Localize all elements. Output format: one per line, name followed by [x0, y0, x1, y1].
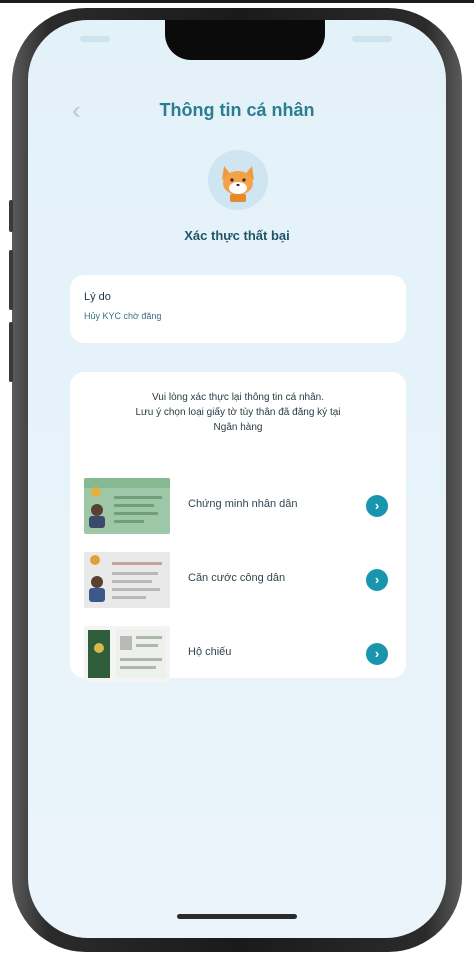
instruction-line: Vui lòng xác thực lại thông tin cá nhân.	[152, 392, 324, 403]
instruction-line: Ngân hàng	[213, 422, 263, 433]
id-card-icon	[84, 478, 170, 534]
option-id-card[interactable]: Chứng minh nhân dân ›	[84, 478, 394, 536]
option-citizen-id[interactable]: Căn cước công dân ›	[84, 552, 394, 610]
verification-status: Xác thực thất bại	[184, 228, 290, 243]
instruction-text: Vui lòng xác thực lại thông tin cá nhân.…	[94, 390, 382, 435]
status-bar-indicators	[352, 36, 392, 42]
instruction-line: Lưu ý chọn loại giấy tờ tùy thân đã đăng…	[135, 407, 341, 418]
app-screen: ‹ Thông tin cá nhân Xác thực thất bại Lý…	[28, 20, 446, 938]
passport-icon	[84, 626, 170, 682]
option-label: Chứng minh nhân dân	[188, 498, 298, 510]
side-button	[9, 250, 13, 310]
home-indicator[interactable]	[177, 914, 297, 919]
page-title: Thông tin cá nhân	[159, 100, 315, 120]
top-border	[0, 0, 474, 3]
reason-card: Lý do Hủy KYC chờ đăng	[70, 275, 406, 343]
document-options-card: Vui lòng xác thực lại thông tin cá nhân.…	[70, 372, 406, 682]
reason-value: Hủy KYC chờ đăng	[84, 311, 162, 321]
citizen-id-card-icon	[84, 552, 170, 608]
side-button	[9, 322, 13, 382]
chevron-right-icon: ›	[366, 495, 388, 517]
fox-mascot-icon	[208, 150, 268, 210]
option-label: Hộ chiếu	[188, 646, 232, 658]
option-label: Căn cước công dân	[188, 572, 286, 584]
option-passport[interactable]: Hộ chiếu ›	[84, 626, 394, 684]
chevron-right-icon: ›	[366, 569, 388, 591]
chevron-right-icon: ›	[366, 643, 388, 665]
notch	[165, 20, 325, 60]
reason-label: Lý do	[84, 291, 111, 303]
side-button	[9, 200, 13, 232]
status-bar-time	[80, 36, 110, 42]
